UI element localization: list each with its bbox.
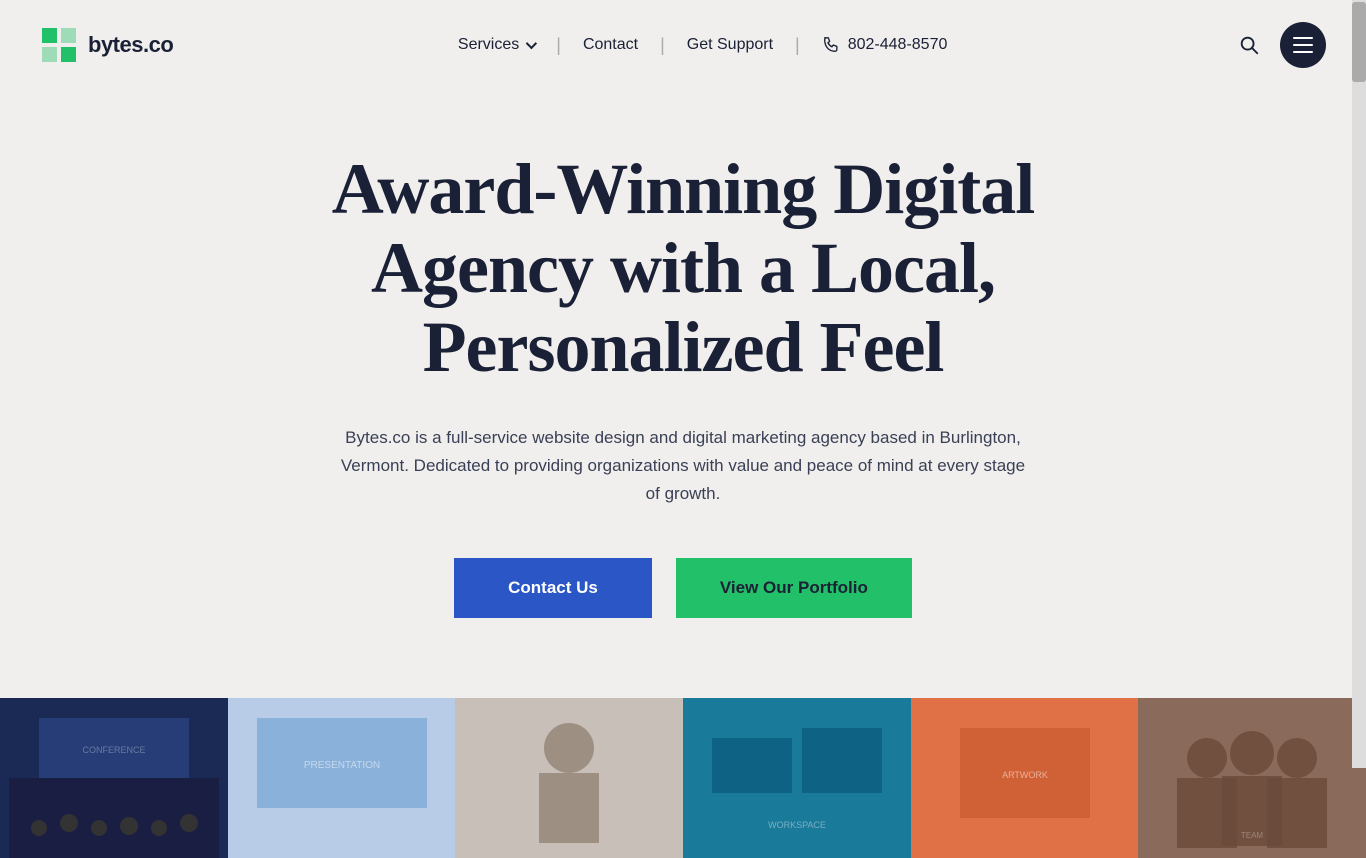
chevron-down-icon [526, 38, 537, 49]
image-4: WORKSPACE [683, 698, 911, 858]
phone-icon [822, 36, 840, 54]
image-6: TEAM [1138, 698, 1366, 858]
main-nav: bytes.co Services | Contact | Get Suppor… [0, 0, 1366, 90]
nav-get-support[interactable]: Get Support [665, 36, 795, 54]
svg-text:CONFERENCE: CONFERENCE [82, 745, 145, 755]
hero-section: Award-Winning Digital Agency with a Loca… [0, 90, 1366, 668]
nav-services[interactable]: Services [436, 36, 556, 54]
nav-links: Services | Contact | Get Support | 802-4… [436, 35, 969, 56]
nav-contact[interactable]: Contact [561, 36, 660, 54]
image-5: ARTWORK [911, 698, 1139, 858]
svg-text:ARTWORK: ARTWORK [1002, 770, 1048, 780]
hero-subtitle: Bytes.co is a full-service website desig… [333, 424, 1033, 508]
search-button[interactable] [1232, 28, 1266, 62]
menu-line-3 [1293, 51, 1313, 53]
menu-button[interactable] [1280, 22, 1326, 68]
hero-buttons: Contact Us View Our Portfolio [454, 558, 912, 618]
scrollbar-thumb[interactable] [1352, 2, 1366, 82]
scrollbar-track[interactable] [1352, 0, 1366, 768]
search-icon [1238, 34, 1260, 56]
image-1: CONFERENCE [0, 698, 228, 858]
contact-us-button[interactable]: Contact Us [454, 558, 652, 618]
view-portfolio-button[interactable]: View Our Portfolio [676, 558, 912, 618]
logo-text: bytes.co [88, 32, 173, 58]
hero-title: Award-Winning Digital Agency with a Loca… [293, 150, 1073, 388]
logo-icon [40, 26, 78, 64]
svg-text:PRESENTATION: PRESENTATION [303, 760, 379, 771]
image-2: PRESENTATION [228, 698, 456, 858]
nav-actions [1232, 22, 1326, 68]
nav-phone[interactable]: 802-448-8570 [800, 36, 970, 54]
svg-text:TEAM: TEAM [1241, 831, 1264, 840]
image-strip: CONFERENCE PRESENTATION WORK [0, 698, 1366, 858]
logo[interactable]: bytes.co [40, 26, 173, 64]
image-3 [455, 698, 683, 858]
menu-line-2 [1293, 44, 1313, 46]
menu-line-1 [1293, 37, 1313, 39]
svg-text:WORKSPACE: WORKSPACE [768, 820, 826, 830]
